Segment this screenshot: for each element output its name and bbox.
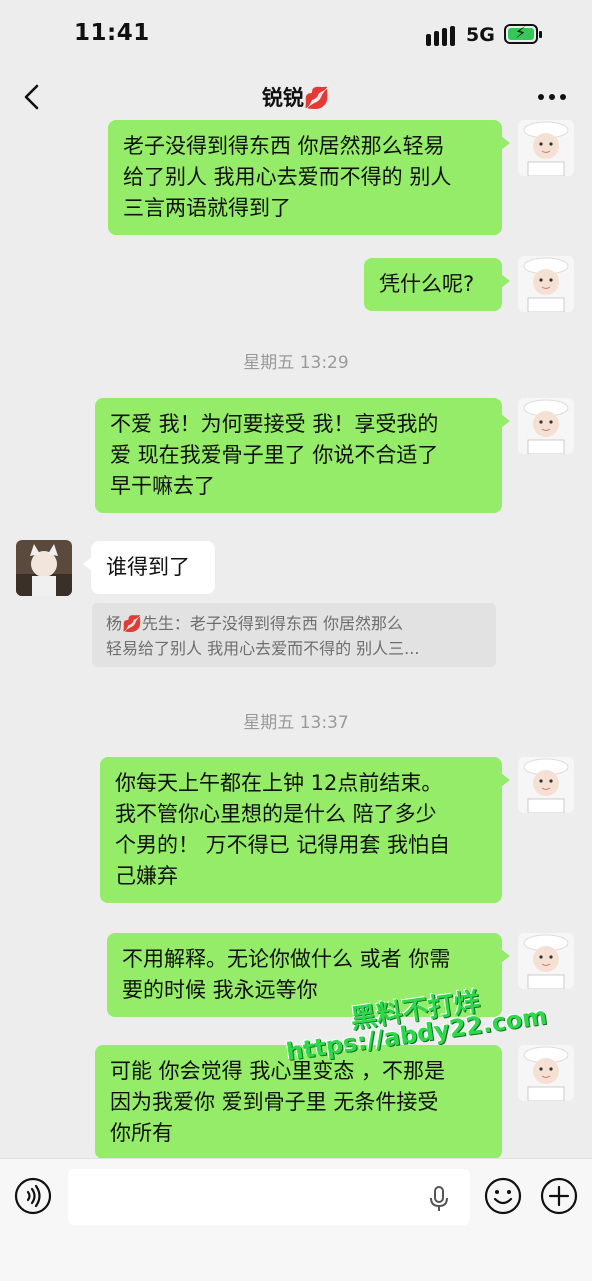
timestamp-divider: 星期五 13:29 xyxy=(243,353,349,373)
message-text: 己嫌弃 xyxy=(115,864,178,888)
message-text: 给了别人 我用心去爱而不得的 别人 xyxy=(123,165,452,189)
emoji-icon[interactable] xyxy=(484,1177,522,1215)
chat-title: 锐锐💋 xyxy=(261,86,331,110)
message-bubble[interactable]: 不爱 我！为何要接受 我！享受我的 爱 现在我爱骨子里了 你说不合适了 早干嘛去… xyxy=(95,398,510,513)
message-text: 不用解释。无论你做什么 或者 你需 xyxy=(122,947,451,971)
nav-bar: 锐锐💋 xyxy=(0,70,592,124)
input-bar xyxy=(0,1158,592,1281)
timestamp-divider: 星期五 13:37 xyxy=(243,713,349,733)
battery-icon: ⚡ xyxy=(504,23,542,44)
network-label: 5G xyxy=(466,24,495,46)
message-text: 因为我爱你 爱到骨子里 无条件接受 xyxy=(110,1090,439,1114)
self-avatar[interactable] xyxy=(518,120,574,176)
status-bar: 11:41 5G ⚡ xyxy=(0,0,592,70)
message-text: 爱 现在我爱骨子里了 你说不合适了 xyxy=(110,443,439,467)
voice-icon[interactable] xyxy=(14,1177,52,1215)
quoted-message[interactable]: 杨💋先生：老子没得到得东西 你居然那么 轻易给了别人 我用心去爱而不得的 别人三… xyxy=(92,603,496,667)
message-text: 三言两语就得到了 xyxy=(123,196,291,220)
contact-avatar[interactable] xyxy=(16,540,72,596)
self-avatar[interactable] xyxy=(518,757,574,813)
self-avatar[interactable] xyxy=(518,398,574,454)
message-text: 我不管你心里想的是什么 陪了多少 xyxy=(115,802,437,826)
message-bubble[interactable]: 谁得到了 xyxy=(83,541,215,594)
message-text: 老子没得到得东西 你居然那么轻易 xyxy=(123,134,445,158)
quote-text: 杨💋先生：老子没得到得东西 你居然那么 xyxy=(106,614,404,633)
message-text: 早干嘛去了 xyxy=(110,474,215,498)
signal-icon xyxy=(426,26,458,46)
self-avatar[interactable] xyxy=(518,256,574,312)
message-bubble[interactable]: 你每天上午都在上钟 12点前结束。 我不管你心里想的是什么 陪了多少 个男的！ … xyxy=(100,757,510,903)
quote-text: 轻易给了别人 我用心去爱而不得的 别人三... xyxy=(106,639,420,658)
message-text: 不爱 我！为何要接受 我！享受我的 xyxy=(110,412,439,436)
message-text: 谁得到了 xyxy=(106,555,190,579)
message-text: 你所有 xyxy=(110,1121,173,1145)
self-avatar[interactable] xyxy=(518,933,574,989)
microphone-icon[interactable] xyxy=(428,1185,450,1213)
message-bubble[interactable]: 老子没得到得东西 你居然那么轻易 给了别人 我用心去爱而不得的 别人 三言两语就… xyxy=(108,120,510,235)
self-avatar[interactable] xyxy=(518,1045,574,1101)
message-bubble[interactable]: 凭什么呢? xyxy=(364,258,510,311)
status-time: 11:41 xyxy=(74,20,150,46)
message-input[interactable] xyxy=(68,1169,470,1225)
message-text: 凭什么呢? xyxy=(379,272,475,296)
more-options-icon[interactable] xyxy=(538,94,568,102)
message-text: 个男的！ 万不得已 记得用套 我怕自 xyxy=(115,833,451,857)
message-text: 你每天上午都在上钟 12点前结束。 xyxy=(115,771,443,795)
plus-icon[interactable] xyxy=(540,1177,578,1215)
